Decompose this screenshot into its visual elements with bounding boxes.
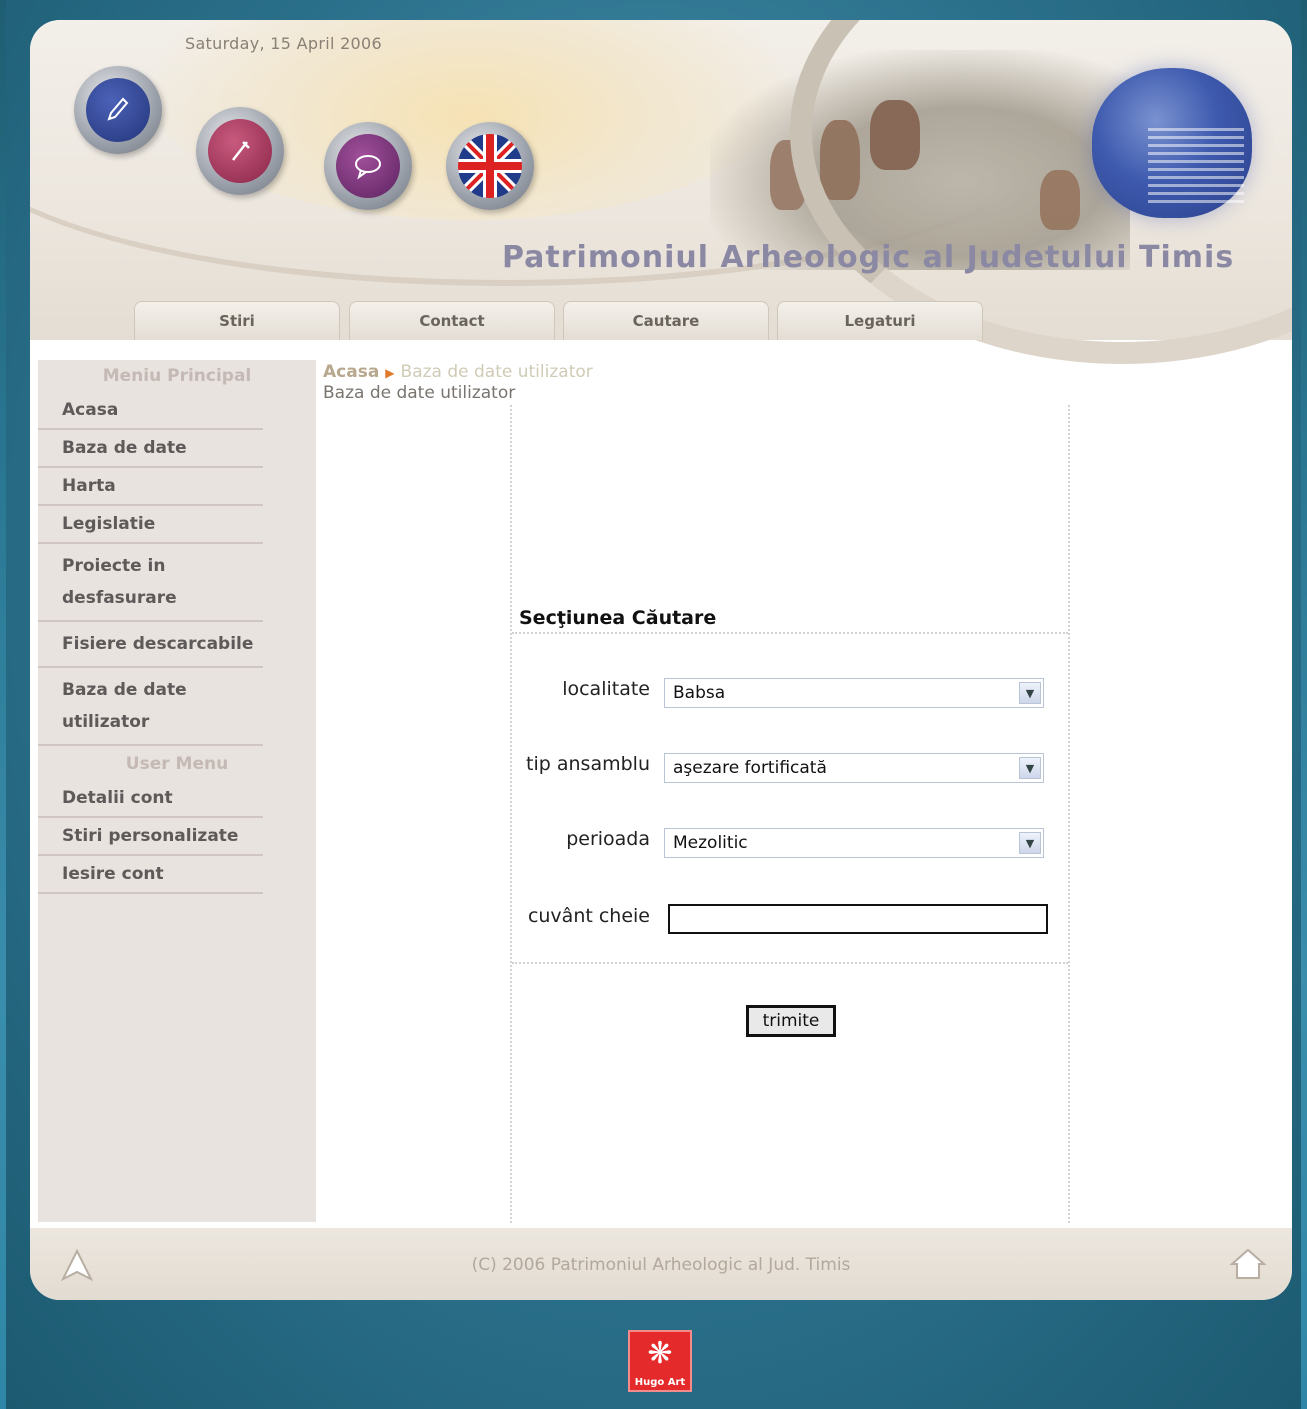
content-divider-right	[1068, 405, 1070, 1223]
hugo-art-logo[interactable]: ❋ Hugo Art	[628, 1330, 692, 1392]
chevron-down-icon[interactable]: ▼	[1019, 832, 1041, 854]
submit-button[interactable]: trimite	[746, 1005, 836, 1037]
page-container: Saturday, 15 April 2006 Patrimoniul Arhe…	[30, 20, 1292, 1300]
tab-cautare[interactable]: Cautare	[563, 301, 769, 340]
breadcrumb-home-link[interactable]: Acasa	[323, 362, 379, 382]
tip-ansamblu-select[interactable]: aşezare fortificată ▼	[664, 753, 1044, 783]
sidebar-item-stiri-personalizate[interactable]: Stiri personalizate	[38, 818, 263, 856]
tip-ansamblu-label: tip ansamblu	[526, 753, 650, 775]
sidebar: Meniu Principal Acasa Baza de date Harta…	[38, 360, 316, 1222]
tools-icon	[208, 119, 272, 183]
chat-icon	[336, 134, 400, 198]
english-language-button[interactable]	[446, 122, 534, 210]
sidebar-item-acasa[interactable]: Acasa	[38, 392, 263, 430]
tools-icon-button[interactable]	[196, 107, 284, 195]
localitate-value: Babsa	[673, 683, 726, 703]
breadcrumb: Acasa ▶ Baza de date utilizator	[323, 362, 593, 382]
chevron-down-icon[interactable]: ▼	[1019, 757, 1041, 779]
site-title: Patrimoniul Arheologic al Judetului Timi…	[502, 240, 1235, 275]
pen-icon-button[interactable]	[74, 66, 162, 154]
sidebar-item-proiecte[interactable]: Proiecte in desfasurare	[38, 544, 263, 622]
hugo-art-label: Hugo Art	[634, 1377, 686, 1388]
keyword-input[interactable]	[668, 904, 1048, 934]
chat-icon-button[interactable]	[324, 122, 412, 210]
header-banner: Saturday, 15 April 2006 Patrimoniul Arhe…	[30, 20, 1292, 364]
localitate-select[interactable]: Babsa ▼	[664, 678, 1044, 708]
user-menu-heading: User Menu	[125, 754, 229, 774]
pen-icon	[86, 78, 150, 142]
tab-stiri[interactable]: Stiri	[134, 301, 340, 340]
tab-legaturi[interactable]: Legaturi	[777, 301, 983, 340]
perioada-value: Mezolitic	[673, 833, 748, 853]
uk-flag-icon	[458, 134, 522, 198]
sidebar-item-legislatie[interactable]: Legislatie	[38, 506, 263, 544]
sidebar-item-baza-de-date[interactable]: Baza de date	[38, 430, 263, 468]
search-section-title: Secţiunea Căutare	[519, 607, 717, 629]
cuvant-cheie-label: cuvânt cheie	[527, 905, 650, 927]
sidebar-item-detalii-cont[interactable]: Detalii cont	[38, 780, 263, 818]
sidebar-item-iesire-cont[interactable]: Iesire cont	[38, 856, 263, 894]
home-icon[interactable]	[1228, 1246, 1268, 1282]
section-divider-bottom	[512, 962, 1068, 964]
chevron-down-icon[interactable]: ▼	[1019, 682, 1041, 704]
breadcrumb-arrow-icon: ▶	[385, 366, 395, 380]
sidebar-item-baza-utilizator[interactable]: Baza de date utilizator	[38, 668, 263, 746]
pottery-data-overlay	[1148, 128, 1244, 208]
perioada-label: perioada	[566, 828, 650, 850]
localitate-label: localitate	[562, 678, 650, 700]
content-divider-left	[510, 405, 512, 1223]
page-subtitle: Baza de date utilizator	[323, 383, 516, 403]
copyright-text: (C) 2006 Patrimoniul Arheologic al Jud. …	[471, 1255, 851, 1275]
page-background: Saturday, 15 April 2006 Patrimoniul Arhe…	[6, 0, 1301, 1409]
sidebar-item-fisiere[interactable]: Fisiere descarcabile	[38, 622, 263, 668]
tip-ansamblu-value: aşezare fortificată	[673, 758, 827, 778]
asterisk-icon: ❋	[647, 1336, 673, 1371]
perioada-select[interactable]: Mezolitic ▼	[664, 828, 1044, 858]
breadcrumb-current: Baza de date utilizator	[400, 362, 593, 382]
footer: (C) 2006 Patrimoniul Arheologic al Jud. …	[30, 1228, 1292, 1300]
section-divider-top	[512, 632, 1068, 634]
current-date: Saturday, 15 April 2006	[185, 34, 382, 53]
sidebar-item-harta[interactable]: Harta	[38, 468, 263, 506]
tab-contact[interactable]: Contact	[349, 301, 555, 340]
main-menu-heading: Meniu Principal	[102, 366, 252, 386]
